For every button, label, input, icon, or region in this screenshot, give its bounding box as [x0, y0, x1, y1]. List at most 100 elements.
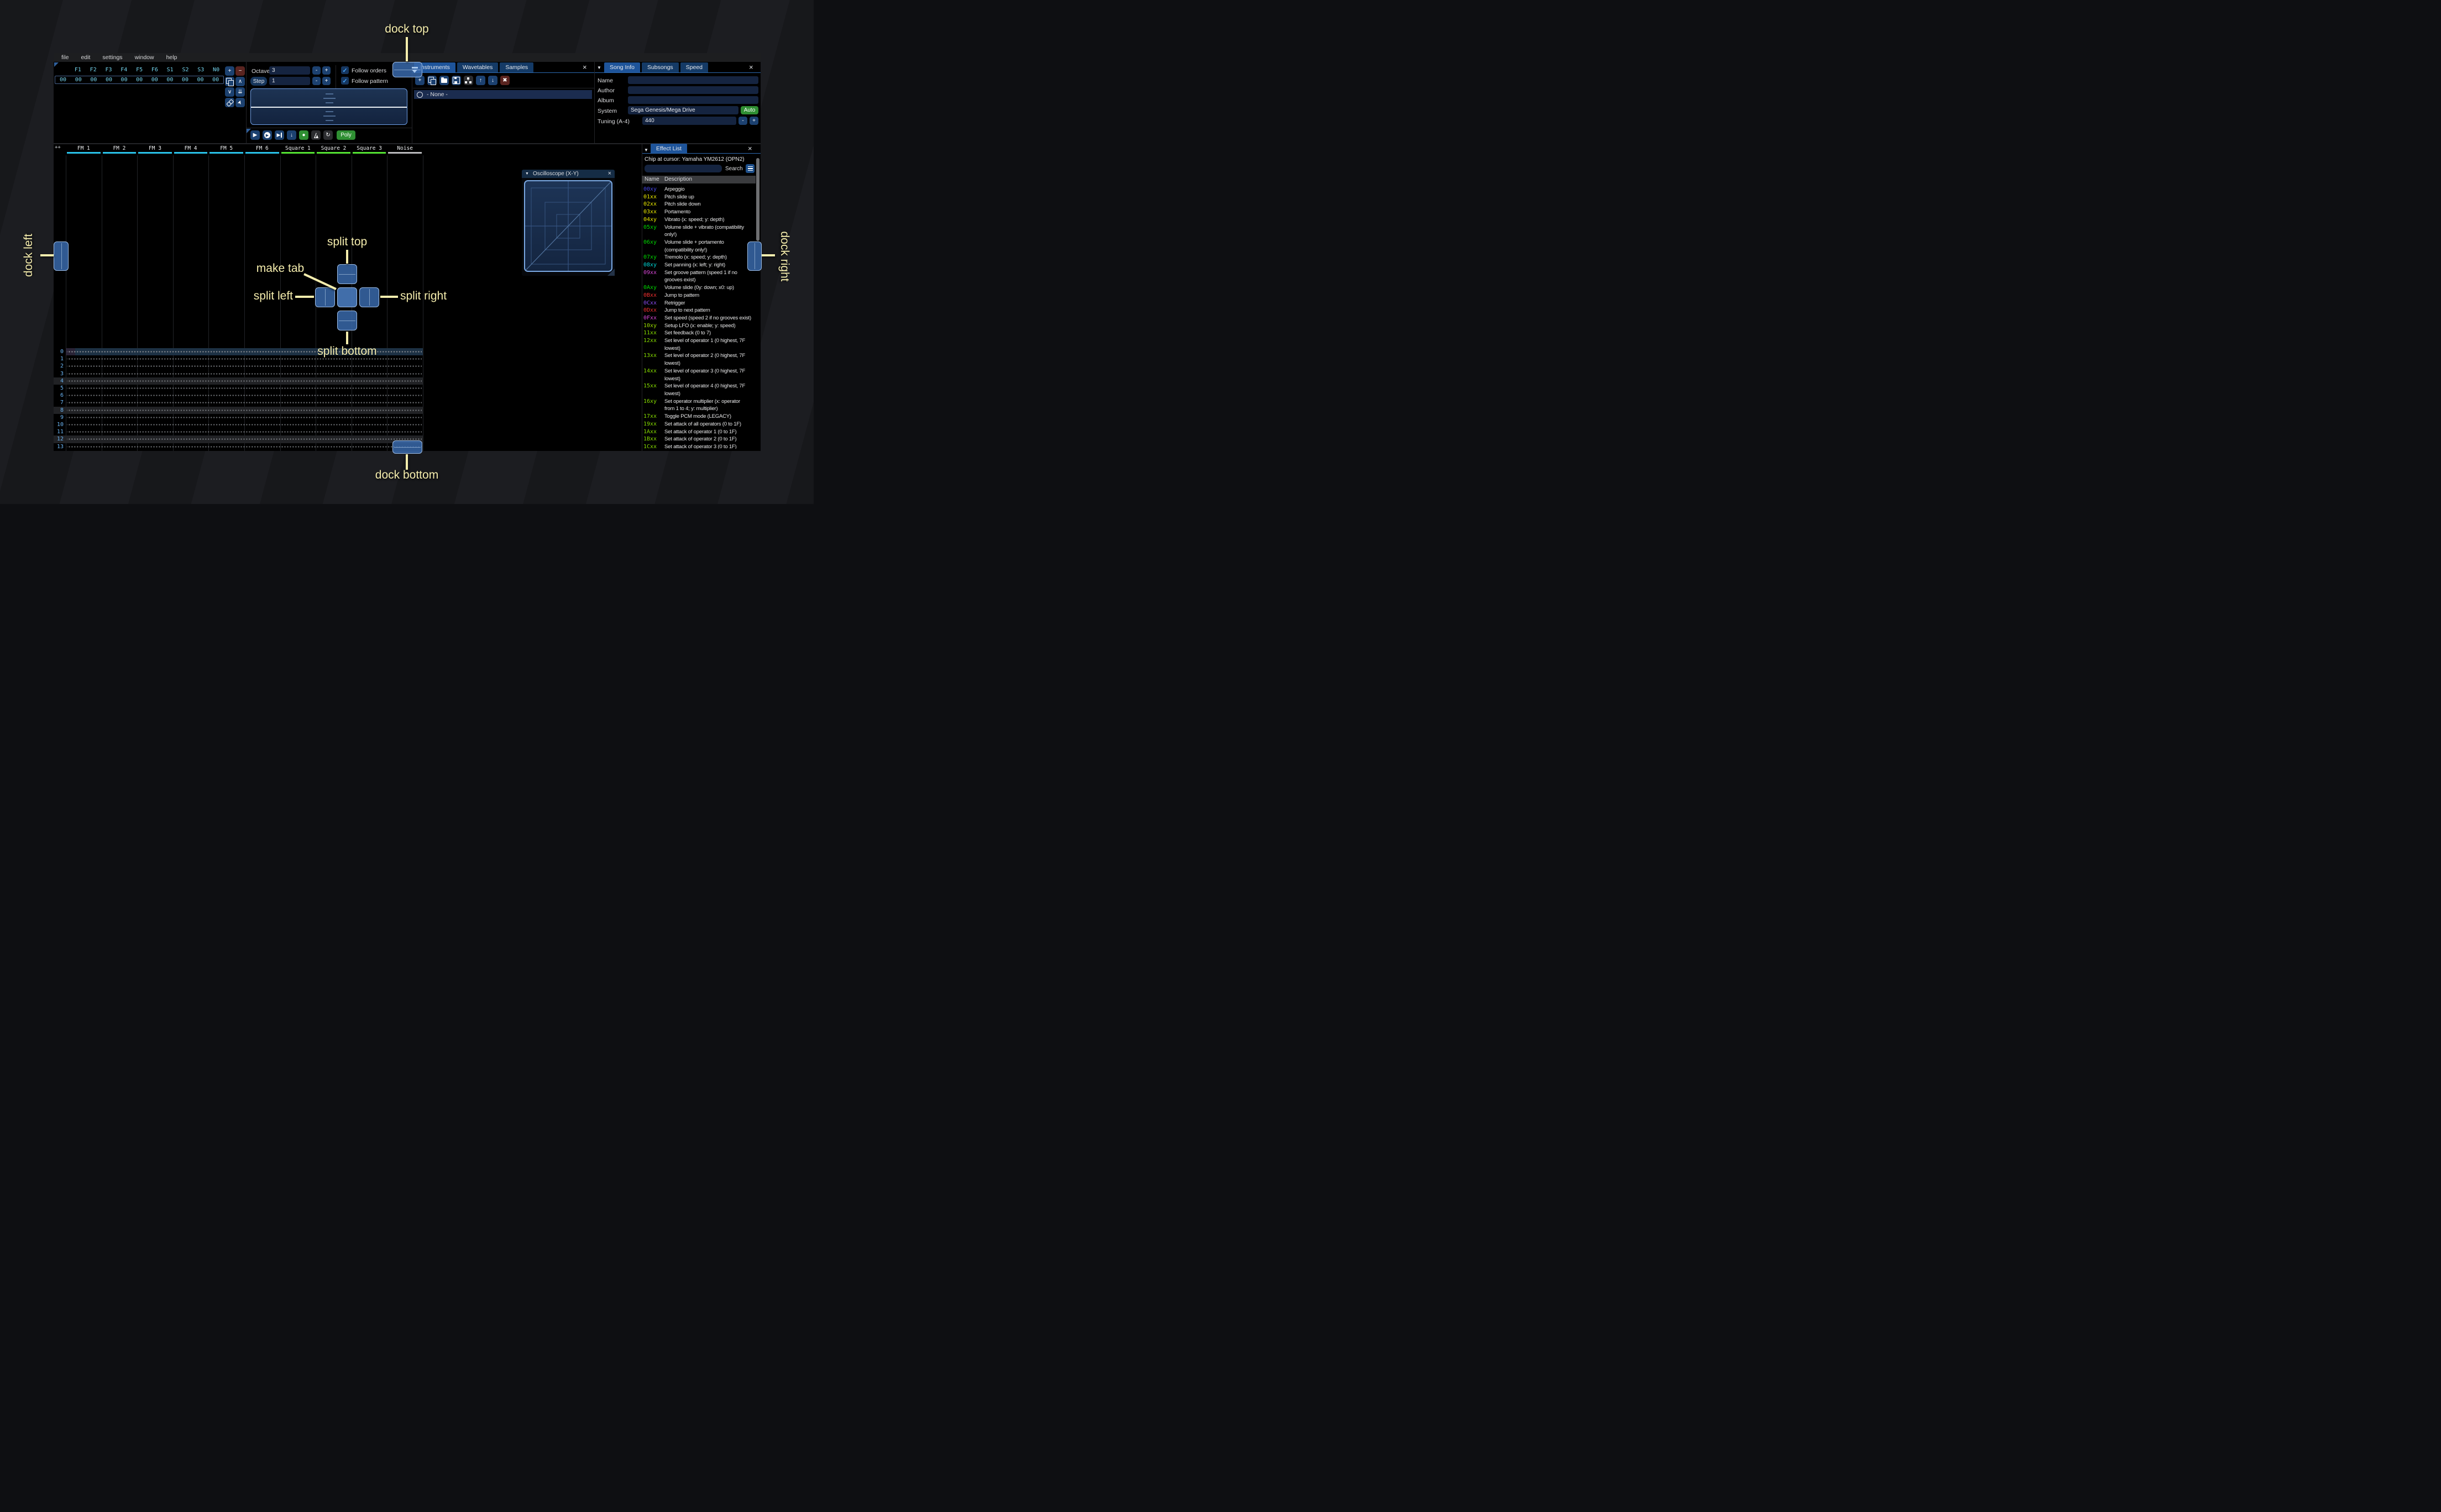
move-instrument-down-button[interactable]: ↓: [488, 76, 497, 85]
order-channel-label[interactable]: S2: [178, 67, 193, 75]
channel-header[interactable]: FM 6: [244, 145, 280, 151]
menu-window[interactable]: window: [135, 54, 154, 61]
effect-list-item[interactable]: 0Cxx Retrigger: [643, 300, 757, 307]
effect-list-item[interactable]: 0Fxx Set speed (speed 2 if no grooves exi…: [643, 314, 757, 322]
move-order-down-button[interactable]: ∨: [225, 87, 234, 97]
instrument-type-button[interactable]: [464, 76, 473, 85]
play-button[interactable]: ▶: [250, 130, 260, 140]
move-order-up-button[interactable]: ∧: [235, 77, 245, 86]
collapse-icon[interactable]: ▼: [597, 65, 601, 70]
poly-button[interactable]: Poly: [337, 130, 355, 140]
effect-list-item[interactable]: 17xx Toggle PCM mode (LEGACY): [643, 413, 757, 421]
close-icon[interactable]: ×: [608, 171, 611, 177]
effect-list-item[interactable]: 01xx Pitch slide up: [643, 193, 757, 201]
instrument-list-item-none[interactable]: - None -: [414, 90, 592, 99]
effect-search-input[interactable]: [645, 165, 722, 172]
order-cell[interactable]: 00: [86, 76, 102, 83]
delete-instrument-button[interactable]: ✖: [500, 76, 510, 85]
pattern-row[interactable]: [67, 377, 422, 385]
effect-list-item[interactable]: 0Bxx Jump to pattern: [643, 292, 757, 300]
tab-effect-list[interactable]: Effect List: [651, 144, 687, 154]
resize-grip[interactable]: [607, 269, 615, 276]
effect-list-item[interactable]: 03xx Portamento: [643, 208, 757, 216]
channel-header[interactable]: FM 5: [208, 145, 244, 151]
effect-list-item[interactable]: 0Dxx Jump to next pattern: [643, 307, 757, 314]
effect-list-item[interactable]: 06xy Volume slide + portamento (compatibil…: [643, 239, 757, 254]
oscilloscope-xy-titlebar[interactable]: ▼ Oscilloscope (X-Y) ×: [522, 170, 615, 178]
channel-header[interactable]: FM 2: [102, 145, 138, 151]
move-instrument-up-button[interactable]: ↑: [476, 76, 485, 85]
order-row-selected[interactable]: 00 00 00 00 00 00 00 00 00 00 00: [55, 76, 224, 84]
menu-file[interactable]: file: [61, 54, 69, 61]
effect-list-item[interactable]: 04xy Vibrato (x: speed; y: depth): [643, 216, 757, 224]
pattern-row[interactable]: [67, 406, 422, 414]
tab-speed[interactable]: Speed: [680, 62, 709, 72]
effect-list[interactable]: 00xy Arpeggio 01xx Pitch slide up 02xx Pitch …: [643, 186, 757, 449]
pattern-row[interactable]: [67, 413, 422, 421]
open-instrument-button[interactable]: [439, 76, 449, 85]
tuning-minus-button[interactable]: -: [738, 117, 747, 125]
step-plus-button[interactable]: +: [322, 77, 331, 85]
remove-order-button[interactable]: −: [235, 66, 245, 76]
order-channel-label[interactable]: S1: [163, 67, 178, 75]
pattern-row[interactable]: [67, 370, 422, 377]
order-cell[interactable]: 00: [101, 76, 117, 83]
effect-list-item[interactable]: 0Axy Volume slide (0y: down; x0: up): [643, 284, 757, 292]
order-cell[interactable]: 00: [193, 76, 208, 83]
order-cell[interactable]: 00: [163, 76, 178, 83]
order-unlink-button[interactable]: [225, 98, 234, 107]
effect-list-item[interactable]: 1Cxx Set attack of operator 3 (0 to 1F): [643, 443, 757, 449]
tuning-plus-button[interactable]: +: [750, 117, 758, 125]
repeat-button[interactable]: ↻: [323, 130, 333, 140]
effect-list-item[interactable]: 05xy Volume slide + vibrato (compatibilit…: [643, 224, 757, 239]
add-instrument-button[interactable]: +: [415, 76, 425, 85]
tuning-field[interactable]: 440: [642, 117, 736, 125]
order-cell[interactable]: 00: [147, 76, 163, 83]
menu-help[interactable]: help: [166, 54, 177, 61]
channel-header[interactable]: FM 3: [137, 145, 173, 151]
duplicate-instrument-button[interactable]: [427, 76, 437, 85]
effect-list-item[interactable]: 11xx Set feedback (0 to 7): [643, 329, 757, 337]
auto-system-button[interactable]: Auto: [741, 106, 758, 114]
save-instrument-button[interactable]: [452, 76, 461, 85]
octave-minus-button[interactable]: -: [312, 66, 321, 75]
play-pattern-button[interactable]: ▶: [263, 130, 272, 140]
system-field[interactable]: Sega Genesis/Mega Drive: [628, 106, 738, 114]
octave-input[interactable]: 3: [269, 66, 310, 75]
pattern-row[interactable]: [67, 435, 422, 443]
collapse-icon[interactable]: ▼: [525, 172, 529, 176]
record-button[interactable]: ●: [299, 130, 308, 140]
metronome-button[interactable]: [311, 130, 321, 140]
order-channel-label[interactable]: S3: [193, 67, 208, 75]
tab-song-info[interactable]: Song Info: [604, 62, 640, 72]
author-field[interactable]: [628, 86, 758, 94]
channel-header[interactable]: Square 2: [316, 145, 352, 151]
effect-list-menu-button[interactable]: [746, 164, 755, 173]
step-minus-button[interactable]: -: [312, 77, 321, 85]
octave-plus-button[interactable]: +: [322, 66, 331, 75]
order-channel-label[interactable]: F6: [147, 67, 163, 75]
follow-orders-checkbox[interactable]: ✓: [341, 66, 349, 74]
effect-list-scrollbar[interactable]: [756, 158, 759, 241]
effect-list-item[interactable]: 09xx Set groove pattern (speed 1 if no gro…: [643, 269, 757, 284]
effect-list-item[interactable]: 07xy Tremolo (x: speed; y: depth): [643, 254, 757, 261]
pattern-row[interactable]: [67, 385, 422, 392]
pattern-row[interactable]: [67, 450, 422, 451]
duplicate-order-deep-button[interactable]: ⇊: [235, 87, 245, 97]
pattern-row[interactable]: [67, 421, 422, 429]
order-cell[interactable]: 00: [177, 76, 193, 83]
tab-instruments[interactable]: Instruments: [414, 62, 455, 72]
channel-header[interactable]: Noise: [387, 145, 423, 151]
pattern-row[interactable]: [67, 392, 422, 400]
channel-header[interactable]: Square 3: [352, 145, 387, 151]
step-label[interactable]: Step: [250, 77, 267, 86]
pattern-row[interactable]: [67, 428, 422, 436]
order-channel-label[interactable]: F5: [132, 67, 147, 75]
tab-samples[interactable]: Samples: [500, 62, 534, 72]
menu-edit[interactable]: edit: [81, 54, 90, 61]
order-channel-label[interactable]: N0: [208, 67, 224, 75]
tab-subsongs[interactable]: Subsongs: [641, 62, 679, 72]
collapse-icon[interactable]: ▼: [644, 148, 648, 153]
close-icon[interactable]: ×: [749, 64, 753, 71]
effect-list-item[interactable]: 14xx Set level of operator 3 (0 highest, …: [643, 368, 757, 382]
